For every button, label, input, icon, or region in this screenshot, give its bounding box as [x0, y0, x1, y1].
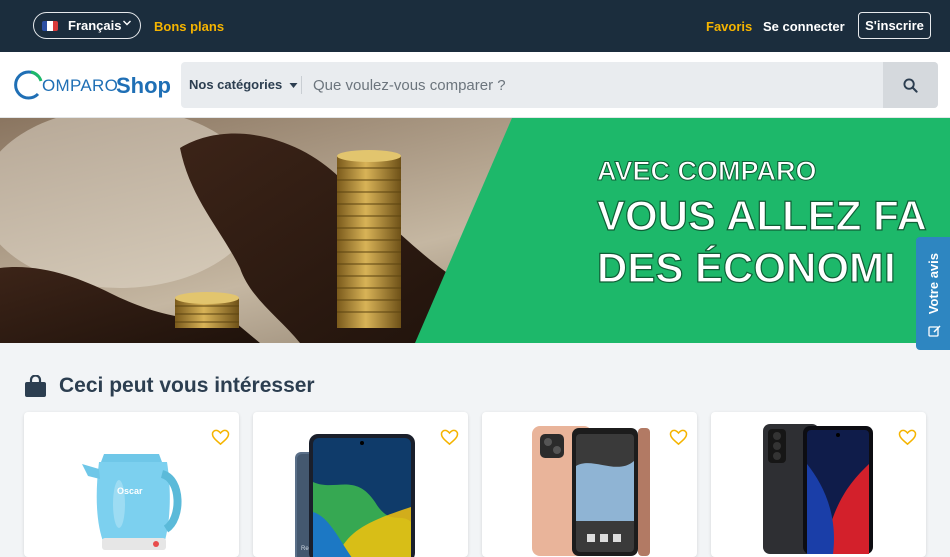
- top-bar: Français Bons plans Favoris Se connecter…: [0, 0, 950, 52]
- categories-label: Nos catégories: [189, 77, 283, 92]
- coin-stack-small: [175, 292, 239, 328]
- search-bar: Nos catégories: [181, 62, 938, 108]
- section-heading: Ceci peut vous intéresser: [24, 372, 315, 400]
- banner-line-3: DES ÉCONOMI: [597, 244, 896, 291]
- comparo-shop-logo[interactable]: OMPARO Shop: [12, 68, 171, 102]
- search-divider: [301, 76, 302, 94]
- logo-shop-text: Shop: [116, 73, 171, 98]
- banner-graphic: AVEC COMPARO VOUS ALLEZ FA DES ÉCONOMI: [0, 118, 950, 343]
- infinix-phone-image: [763, 424, 873, 554]
- signup-button[interactable]: S'inscrire: [858, 12, 931, 39]
- login-link[interactable]: Se connecter: [763, 19, 845, 34]
- product-card[interactable]: [711, 412, 926, 557]
- heart-icon[interactable]: [440, 429, 459, 446]
- edit-icon: [928, 325, 941, 337]
- chevron-down-icon: [122, 18, 132, 31]
- caret-down-icon: [289, 83, 298, 88]
- deals-link[interactable]: Bons plans: [154, 19, 224, 34]
- feedback-label: Votre avis: [926, 253, 941, 315]
- language-selector[interactable]: Français: [33, 12, 141, 39]
- search-button[interactable]: [883, 62, 938, 108]
- heart-icon[interactable]: [211, 429, 230, 446]
- heart-icon[interactable]: [898, 429, 917, 446]
- redmi-phone-image: Redmi: [295, 434, 415, 557]
- section-title: Ceci peut vous intéresser: [59, 374, 315, 397]
- heart-icon[interactable]: [669, 429, 688, 446]
- banner-line-1: AVEC COMPARO: [597, 156, 817, 186]
- categories-dropdown[interactable]: Nos catégories: [189, 77, 298, 92]
- feedback-tab[interactable]: Votre avis: [916, 237, 950, 350]
- logo-main-text: OMPARO: [42, 76, 119, 95]
- language-label: Français: [68, 18, 122, 33]
- header: OMPARO Shop Nos catégories: [0, 52, 950, 118]
- shopping-bag-icon: [25, 375, 46, 397]
- banner-line-2: VOUS ALLEZ FA: [597, 192, 927, 239]
- promo-banner[interactable]: AVEC COMPARO VOUS ALLEZ FA DES ÉCONOMI: [0, 118, 950, 343]
- france-flag-icon: [42, 20, 58, 31]
- itel-phone-image: [532, 426, 650, 556]
- product-card[interactable]: Redmi: [253, 412, 468, 557]
- search-input[interactable]: [305, 62, 883, 108]
- search-icon: [903, 77, 918, 93]
- product-card[interactable]: Oscar: [24, 412, 239, 557]
- product-card[interactable]: [482, 412, 697, 557]
- favorites-link[interactable]: Favoris: [706, 19, 752, 34]
- logo-c-icon: [14, 70, 43, 100]
- kettle-image: Oscar: [82, 454, 182, 550]
- coin-stack-tall: [337, 150, 401, 328]
